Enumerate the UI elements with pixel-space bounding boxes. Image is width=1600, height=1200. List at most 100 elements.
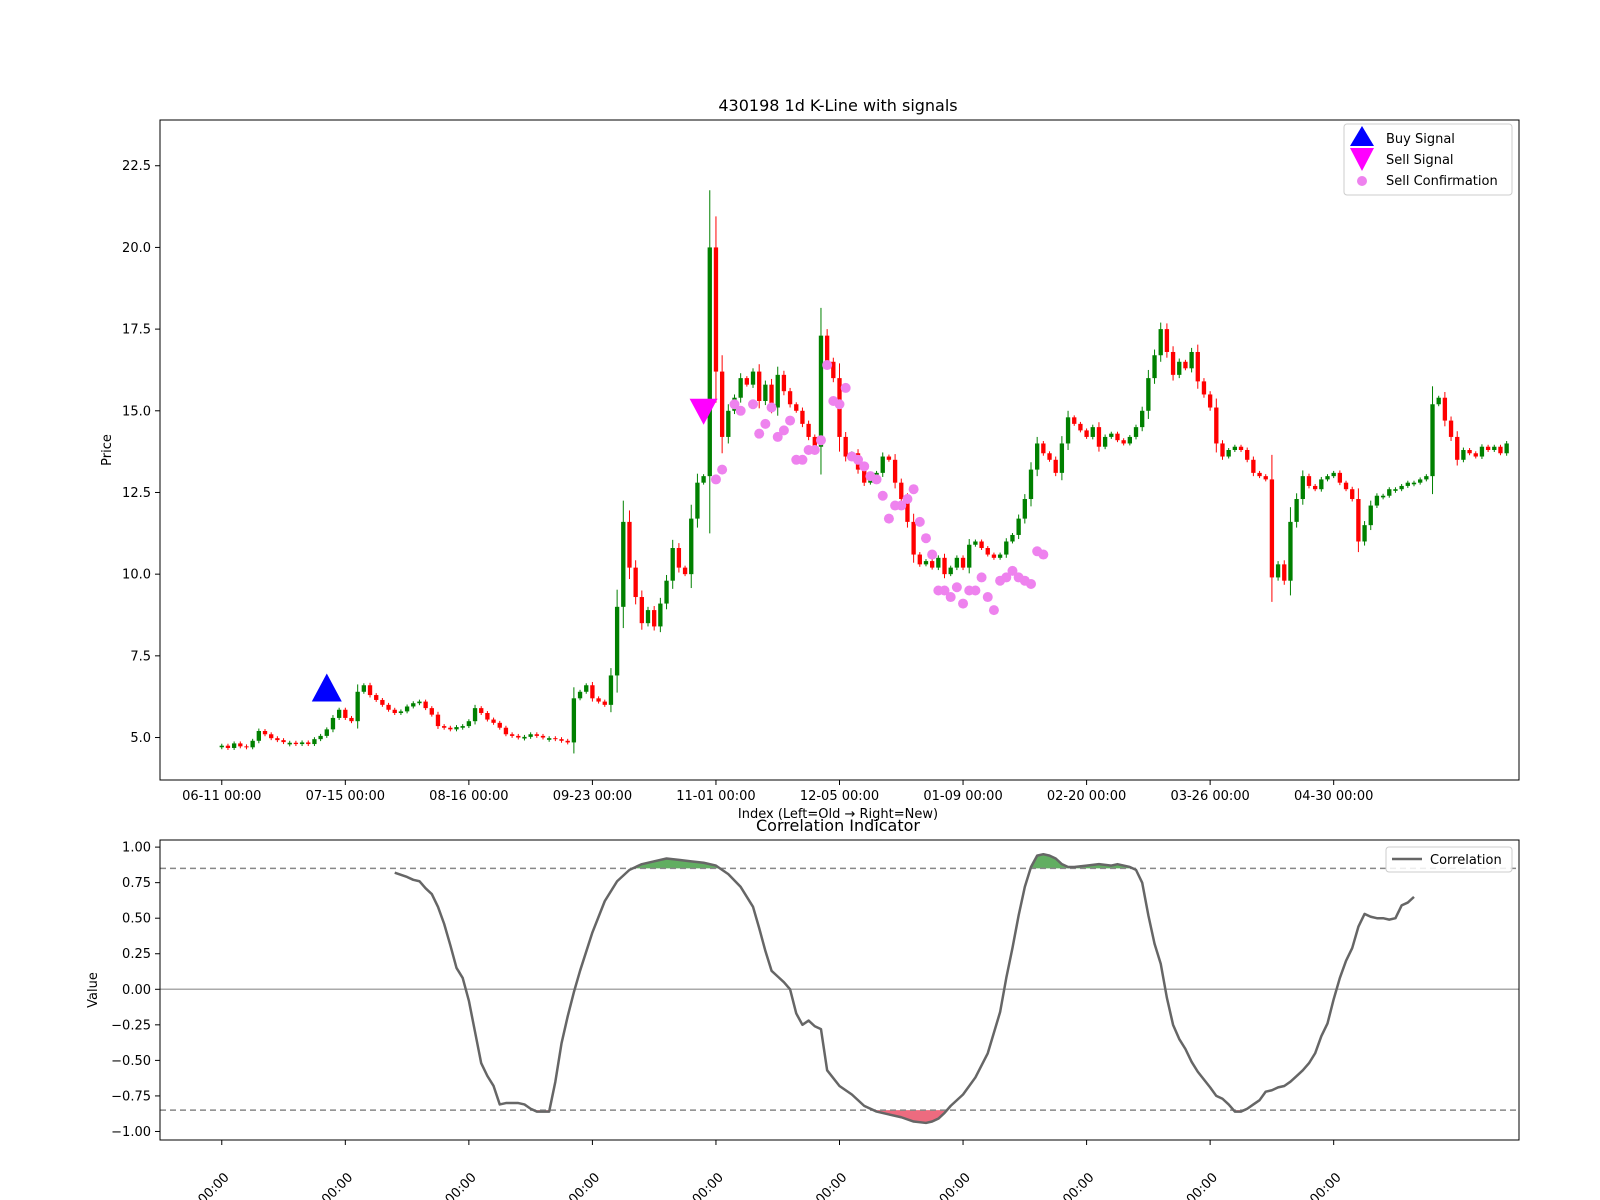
candle-up [775,374,780,408]
candle-up [1319,479,1324,490]
candle-up [584,685,589,692]
candle-down [1356,499,1361,542]
kline-chart-title: 430198 1d K-Line with signals [718,96,957,115]
correlation-chart-title: Correlation Indicator [756,816,920,835]
candle-up [1380,495,1386,498]
correlation-y-tick-label: 0.50 [122,912,151,927]
candle-up [1374,495,1380,506]
candle-down [824,335,830,362]
candle-down [892,459,898,483]
candle-up [411,703,416,707]
candle-up [466,721,472,727]
candle-up [528,734,533,737]
kline-y-tick-label: 20.0 [122,241,151,256]
candle-up [1479,446,1485,457]
correlation-y-tick-label: −0.50 [111,1054,151,1069]
candle-down [985,548,990,555]
kline-y-tick-label: 17.5 [122,323,151,338]
sell-confirmation-point [717,464,728,475]
kline-legend: Buy Signal Sell Signal Sell Confirmation [1343,123,1513,196]
sell-confirmation-point [840,382,851,393]
candle-up [318,735,323,740]
candle-up [738,378,743,398]
candle-down [269,734,274,739]
candle-up [299,742,305,745]
correlation-y-tick-label: 0.00 [122,983,151,998]
candle-up [361,685,367,692]
candle-down [540,735,546,738]
sell-confirmation-point [871,474,882,485]
candle-up [1035,443,1040,470]
candle-down [1448,420,1454,437]
sell-confirmation-point [908,484,919,495]
candle-up [818,335,824,447]
candle-down [1078,423,1083,431]
sell-confirmation-point [754,428,765,439]
legend-entry-sell-confirmation: Sell Confirmation [1386,174,1498,189]
candle-down [1350,489,1355,500]
candle-up [1325,476,1330,480]
kline-x-tick-label: 04-30 00:00 [1294,789,1373,804]
candle-up [1232,446,1238,450]
candle-down [1047,453,1052,460]
candle-down [1473,453,1478,457]
candle-down [343,709,348,718]
candle-down [392,709,397,714]
candle-up [1387,489,1392,496]
candle-down [1201,381,1207,395]
candle-down [349,717,354,722]
candle-up [1177,361,1182,375]
candle-up [417,701,422,704]
candle-up [936,557,941,568]
kline-x-tick-label: 06-11 00:00 [182,789,261,804]
sell-confirmation-point [920,533,931,544]
candle-up [1288,521,1293,581]
candle-up [1146,378,1151,411]
candle-down [509,734,515,736]
sell-confirmation-point [982,592,993,603]
candle-down [306,742,311,745]
candle-up [1275,564,1281,578]
kline-y-axis-label: Price [100,434,115,466]
candle-down [1115,433,1120,441]
candle-down [1455,436,1460,460]
candle-down [441,726,447,728]
candle-up [1059,443,1065,473]
candle-down [262,730,268,735]
candle-down [516,735,521,738]
kline-y-tick-label: 22.5 [122,159,151,174]
candle-up [1331,472,1336,477]
sell-confirmation-point [760,418,771,429]
sell-confirmation-point [822,360,833,371]
candle-up [577,691,583,699]
sell-confirmation-point [785,415,796,426]
candle-up [1152,355,1157,379]
candle-up [1405,482,1410,486]
sell-confirmation-point [797,454,808,465]
sell-confirmation-point [778,425,789,436]
candle-down [1312,485,1318,490]
candle-down [1282,564,1287,581]
candle-up [1418,479,1423,483]
candle-down [423,701,428,709]
correlation-y-axis-label: Value [86,972,101,1008]
candle-up [1430,404,1435,477]
legend-entry-buy-signal: Buy Signal [1386,132,1455,147]
candle-up [1424,476,1429,480]
candle-up [1133,427,1139,437]
candle-down [627,521,632,568]
candle-down [1238,446,1244,450]
candle-down [929,561,935,568]
candle-down [559,739,564,741]
candle-down [553,738,558,740]
candle-up [355,691,360,722]
candle-up [1158,329,1163,356]
candle-down [911,521,916,555]
candle-down [225,745,231,748]
candle-up [621,521,626,607]
sell-confirmation-legend-icon [1357,176,1367,186]
candle-down [1183,361,1188,369]
candle-down [1343,482,1349,490]
candle-up [256,730,261,741]
candle-down [380,699,385,705]
